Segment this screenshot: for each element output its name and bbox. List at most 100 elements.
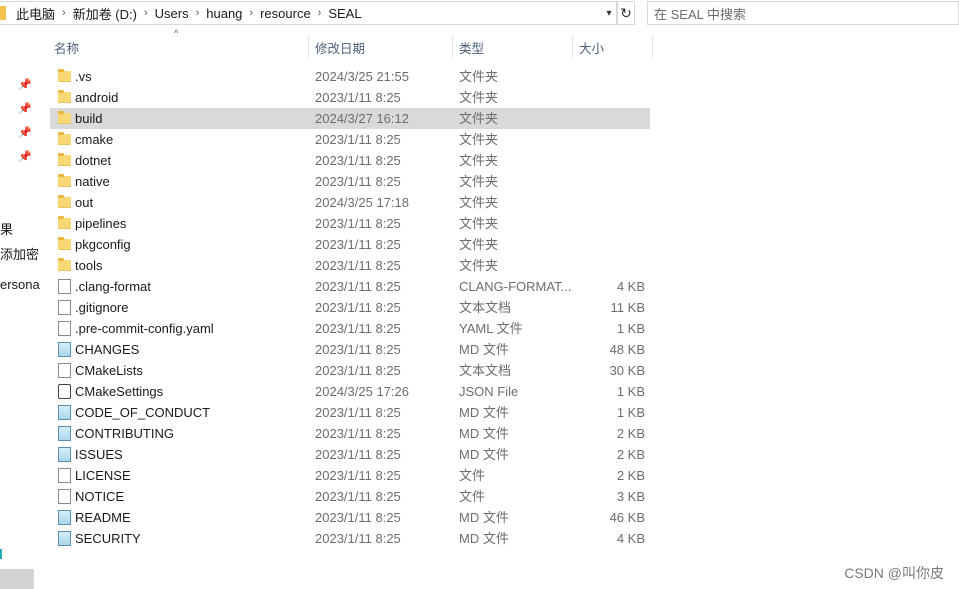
file-icon <box>58 279 71 294</box>
file-row[interactable]: pipelines 2023/1/11 8:25 文件夹 <box>50 213 650 234</box>
breadcrumb-huang[interactable]: huang <box>202 6 246 21</box>
file-row[interactable]: ISSUES 2023/1/11 8:25 MD 文件 2 KB <box>50 444 650 465</box>
file-row[interactable]: cmake 2023/1/11 8:25 文件夹 <box>50 129 650 150</box>
watermark: CSDN @叫你皮 <box>844 565 944 581</box>
file-size: 4 KB <box>616 279 645 294</box>
file-date: 2023/1/11 8:25 <box>315 342 401 357</box>
file-size: 30 KB <box>609 363 645 378</box>
md-file-icon <box>58 342 71 357</box>
file-name: CHANGES <box>75 342 140 357</box>
file-name: NOTICE <box>75 489 125 504</box>
file-icon <box>58 468 71 483</box>
file-row[interactable]: pkgconfig 2023/1/11 8:25 文件夹 <box>50 234 650 255</box>
file-row[interactable]: out 2024/3/25 17:18 文件夹 <box>50 192 650 213</box>
column-header-date[interactable]: 修改日期 <box>315 35 450 59</box>
location-icon <box>0 6 6 20</box>
file-row[interactable]: NOTICE 2023/1/11 8:25 文件 3 KB <box>50 486 650 507</box>
file-name: .pre-commit-config.yaml <box>75 321 214 336</box>
pin-icon[interactable]: 📌 <box>18 78 32 91</box>
chevron-right-icon[interactable]: › <box>246 7 256 19</box>
file-date: 2023/1/11 8:25 <box>315 468 401 483</box>
address-bar[interactable]: 此电脑 › 新加卷 (D:) › Users › huang › resourc… <box>0 1 617 25</box>
pin-icon[interactable]: 📌 <box>18 126 32 139</box>
file-date: 2023/1/11 8:25 <box>315 300 401 315</box>
nav-item[interactable]: ersona <box>0 277 40 292</box>
file-row[interactable]: build 2024/3/27 16:12 文件夹 <box>50 108 650 129</box>
text-file-icon <box>58 363 71 378</box>
file-type: YAML 文件 <box>459 321 523 336</box>
file-row[interactable]: android 2023/1/11 8:25 文件夹 <box>50 87 650 108</box>
chevron-right-icon[interactable]: › <box>193 7 203 19</box>
breadcrumb-resource[interactable]: resource <box>256 6 315 21</box>
column-header-type[interactable]: 类型 <box>459 35 569 59</box>
refresh-button[interactable]: ↻ <box>617 1 635 25</box>
file-name: tools <box>75 258 103 273</box>
file-date: 2023/1/11 8:25 <box>315 363 401 378</box>
file-name: .vs <box>75 69 92 84</box>
file-type: MD 文件 <box>459 447 509 462</box>
pin-icon[interactable]: 📌 <box>18 102 32 115</box>
file-name: .gitignore <box>75 300 129 315</box>
file-date: 2024/3/25 17:26 <box>315 384 409 399</box>
breadcrumb-this-pc[interactable]: 此电脑 <box>12 4 59 23</box>
file-name: CMakeLists <box>75 363 143 378</box>
md-file-icon <box>58 405 71 420</box>
file-row[interactable]: CMakeSettings 2024/3/25 17:26 JSON File 1 K… <box>50 381 650 402</box>
file-type: MD 文件 <box>459 426 509 441</box>
breadcrumb-seal[interactable]: SEAL <box>324 6 365 21</box>
nav-scrollbar[interactable] <box>0 569 34 589</box>
breadcrumb-drive[interactable]: 新加卷 (D:) <box>69 4 141 23</box>
file-row[interactable]: tools 2023/1/11 8:25 文件夹 <box>50 255 650 276</box>
file-size: 11 KB <box>610 300 645 315</box>
column-header-label: 类型 <box>459 41 485 56</box>
file-row[interactable]: README 2023/1/11 8:25 MD 文件 46 KB <box>50 507 650 528</box>
refresh-icon: ↻ <box>620 4 632 21</box>
search-input[interactable]: 在 SEAL 中搜索 <box>647 1 959 25</box>
column-divider[interactable] <box>308 35 309 59</box>
nav-item[interactable]: 果 <box>0 219 13 238</box>
file-row[interactable]: .pre-commit-config.yaml 2023/1/11 8:25 YAM… <box>50 318 650 339</box>
file-type: 文件夹 <box>459 216 499 231</box>
file-row[interactable]: CONTRIBUTING 2023/1/11 8:25 MD 文件 2 KB <box>50 423 650 444</box>
column-header-size[interactable]: 大小 <box>579 35 649 59</box>
chevron-right-icon[interactable]: › <box>59 7 69 19</box>
file-name: SECURITY <box>75 531 141 546</box>
column-header-label: 大小 <box>579 41 605 56</box>
chevron-right-icon[interactable]: › <box>315 7 325 19</box>
file-row[interactable]: CHANGES 2023/1/11 8:25 MD 文件 48 KB <box>50 339 650 360</box>
pin-icon[interactable]: 📌 <box>18 150 32 163</box>
file-name: .clang-format <box>75 279 151 294</box>
file-row[interactable]: SECURITY 2023/1/11 8:25 MD 文件 4 KB <box>50 528 650 549</box>
file-size: 4 KB <box>616 531 645 546</box>
column-header-name[interactable]: 名称 <box>54 35 304 59</box>
file-row[interactable]: .gitignore 2023/1/11 8:25 文本文档 11 KB <box>50 297 650 318</box>
file-date: 2023/1/11 8:25 <box>315 279 401 294</box>
file-name: LICENSE <box>75 468 131 483</box>
file-icon <box>58 321 71 336</box>
file-row[interactable]: dotnet 2023/1/11 8:25 文件夹 <box>50 150 650 171</box>
breadcrumb-users[interactable]: Users <box>151 6 193 21</box>
file-size: 46 KB <box>609 510 645 525</box>
file-row[interactable]: CODE_OF_CONDUCT 2023/1/11 8:25 MD 文件 1 KB <box>50 402 650 423</box>
file-row[interactable]: native 2023/1/11 8:25 文件夹 <box>50 171 650 192</box>
column-divider[interactable] <box>572 35 573 59</box>
file-row[interactable]: .clang-format 2023/1/11 8:25 CLANG-FORMAT.… <box>50 276 650 297</box>
json-file-icon <box>58 384 71 399</box>
file-row[interactable]: LICENSE 2023/1/11 8:25 文件 2 KB <box>50 465 650 486</box>
file-row[interactable]: CMakeLists 2023/1/11 8:25 文本文档 30 KB <box>50 360 650 381</box>
file-date: 2023/1/11 8:25 <box>315 447 401 462</box>
chevron-right-icon[interactable]: › <box>141 7 151 19</box>
folder-icon <box>58 195 71 208</box>
file-date: 2023/1/11 8:25 <box>315 258 401 273</box>
column-divider[interactable] <box>652 35 653 59</box>
nav-item[interactable]: 添加密 <box>0 244 39 263</box>
file-size: 1 KB <box>616 384 645 399</box>
folder-icon <box>58 90 71 103</box>
file-size: 1 KB <box>616 321 645 336</box>
column-divider[interactable] <box>452 35 453 59</box>
file-type: 文件夹 <box>459 237 499 252</box>
chevron-down-icon[interactable]: ▾ <box>602 2 616 24</box>
file-row[interactable]: .vs 2024/3/25 21:55 文件夹 <box>50 66 650 87</box>
file-name: README <box>75 510 131 525</box>
file-size: 3 KB <box>616 489 645 504</box>
